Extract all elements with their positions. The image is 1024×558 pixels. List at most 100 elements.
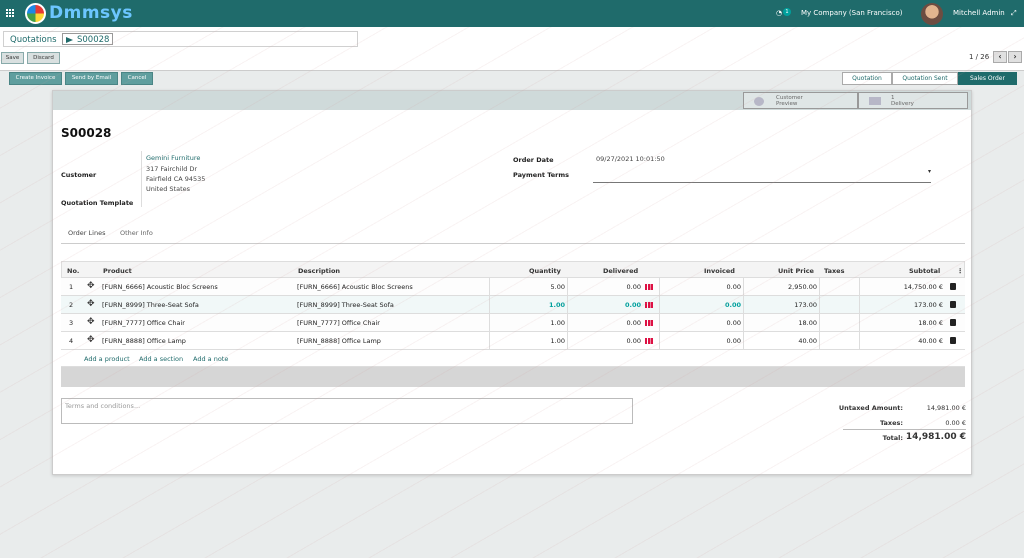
taxes-value: 0.00 € [945, 419, 966, 427]
pager-next-button[interactable]: › [1008, 51, 1022, 63]
column-divider [819, 296, 820, 314]
column-divider [489, 332, 490, 350]
row-description[interactable]: [FURN_8888] Office Lamp [297, 337, 381, 345]
tab-order-lines[interactable]: Order Lines [68, 229, 105, 237]
column-divider [819, 278, 820, 296]
row-description[interactable]: [FURN_6666] Acoustic Bloc Screens [297, 283, 413, 291]
stage-quotation[interactable]: Quotation [842, 72, 892, 85]
top-navbar: Dmmsys ◔ 1 My Company (San Francisco) Mi… [0, 0, 1024, 27]
column-divider [819, 314, 820, 332]
untaxed-amount-value: 14,981.00 € [926, 404, 966, 412]
col-quantity[interactable]: Quantity [529, 267, 561, 275]
column-divider [859, 332, 860, 350]
customer-address-line1: 317 Fairchild Dr [146, 165, 198, 173]
column-divider [743, 314, 744, 332]
row-product[interactable]: [FURN_8999] Three-Seat Sofa [102, 301, 199, 309]
customer-address-line2: Fairfield CA 94535 [146, 175, 206, 183]
tab-other-info[interactable]: Other Info [120, 229, 153, 237]
row-delivered[interactable]: 0.00 [581, 301, 641, 309]
row-quantity[interactable]: 5.00 [501, 283, 565, 291]
add-section-link[interactable]: Add a section [139, 355, 183, 363]
column-divider [659, 278, 660, 296]
expand-icon[interactable]: ⤢ [1011, 0, 1017, 27]
apps-menu-icon[interactable] [6, 9, 15, 18]
column-divider [567, 296, 568, 314]
table-row[interactable]: 2 ✥ [FURN_8999] Three-Seat Sofa [FURN_8999]… [61, 296, 965, 314]
col-no[interactable]: No. [67, 267, 79, 275]
row-product[interactable]: [FURN_6666] Acoustic Bloc Screens [102, 283, 218, 291]
control-panel: Quotations S00028 Save Discard 1 / 26 ‹ … [0, 27, 1024, 71]
row-unit-price[interactable]: 18.00 [757, 319, 817, 327]
add-note-link[interactable]: Add a note [193, 355, 228, 363]
drag-handle-icon[interactable]: ✥ [87, 336, 95, 345]
terms-and-conditions-field[interactable]: Terms and conditions... [61, 398, 633, 424]
row-invoiced: 0.00 [726, 319, 741, 327]
send-by-email-button[interactable]: Send by Email [65, 72, 118, 85]
row-delivered[interactable]: 0.00 [581, 337, 641, 345]
col-taxes[interactable]: Taxes [824, 267, 844, 275]
stage-quotation-sent[interactable]: Quotation Sent [892, 72, 958, 85]
totals-divider [843, 429, 966, 430]
row-description[interactable]: [FURN_7777] Office Chair [297, 319, 380, 327]
table-row[interactable]: 4 ✥ [FURN_8888] Office Lamp [FURN_8888] Off… [61, 332, 965, 350]
row-description[interactable]: [FURN_8999] Three-Seat Sofa [297, 301, 394, 309]
order-date-value[interactable]: 09/27/2021 10:01:50 [596, 155, 665, 163]
drag-handle-icon[interactable]: ✥ [87, 282, 95, 291]
row-quantity[interactable]: 1.00 [501, 337, 565, 345]
trash-icon[interactable] [950, 337, 956, 344]
col-product[interactable]: Product [103, 267, 132, 275]
trash-icon[interactable] [950, 283, 956, 290]
row-unit-price[interactable]: 173.00 [757, 301, 817, 309]
drag-handle-icon[interactable]: ✥ [87, 318, 95, 327]
chat-icon[interactable]: ◔ [776, 0, 782, 27]
column-divider [859, 278, 860, 296]
row-delivered[interactable]: 0.00 [581, 283, 641, 291]
row-invoiced: 0.00 [726, 337, 741, 345]
customer-name-link[interactable]: Gemini Furniture [146, 154, 200, 162]
company-switcher[interactable]: My Company (San Francisco) [801, 0, 902, 27]
cancel-button[interactable]: Cancel [121, 72, 153, 85]
forecast-chart-icon[interactable] [645, 320, 653, 326]
delivery-label: 1 Delivery [891, 95, 914, 107]
trash-icon[interactable] [950, 301, 956, 308]
drag-handle-icon[interactable]: ✥ [87, 300, 95, 309]
col-subtotal[interactable]: Subtotal [909, 267, 940, 275]
forecast-chart-icon[interactable] [645, 284, 653, 290]
col-invoiced[interactable]: Invoiced [704, 267, 735, 275]
form-sheet: Customer Preview 1 Delivery S00028 Custome… [52, 90, 972, 475]
col-description[interactable]: Description [298, 267, 340, 275]
customer-preview-button[interactable]: Customer Preview [743, 92, 858, 109]
row-unit-price[interactable]: 2,950.00 [757, 283, 817, 291]
user-avatar[interactable] [921, 3, 943, 25]
row-product[interactable]: [FURN_8888] Office Lamp [102, 337, 186, 345]
column-options-icon[interactable]: ⋮ [957, 267, 964, 275]
discard-button[interactable]: Discard [27, 52, 60, 64]
create-invoice-button[interactable]: Create Invoice [9, 72, 62, 85]
forecast-chart-icon[interactable] [645, 302, 653, 308]
col-delivered[interactable]: Delivered [603, 267, 638, 275]
stage-sales-order[interactable]: Sales Order [958, 72, 1017, 85]
row-delivered[interactable]: 0.00 [581, 319, 641, 327]
save-button[interactable]: Save [1, 52, 24, 64]
table-row[interactable]: 3 ✥ [FURN_7777] Office Chair [FURN_7777] Of… [61, 314, 965, 332]
row-unit-price[interactable]: 40.00 [757, 337, 817, 345]
delivery-button[interactable]: 1 Delivery [858, 92, 968, 109]
row-quantity[interactable]: 1.00 [501, 301, 565, 309]
pager-value[interactable]: 1 / 26 [969, 53, 989, 61]
row-product[interactable]: [FURN_7777] Office Chair [102, 319, 185, 327]
row-quantity[interactable]: 1.00 [501, 319, 565, 327]
add-product-link[interactable]: Add a product [84, 355, 130, 363]
col-unit-price[interactable]: Unit Price [778, 267, 814, 275]
breadcrumb-quotations-link[interactable]: Quotations [10, 35, 57, 45]
column-divider [659, 332, 660, 350]
table-row[interactable]: 1 ✥ [FURN_6666] Acoustic Bloc Screens [FURN… [61, 278, 965, 296]
pager-previous-button[interactable]: ‹ [993, 51, 1007, 63]
row-invoiced: 0.00 [724, 301, 741, 309]
table-footer [61, 367, 965, 387]
trash-icon[interactable] [950, 319, 956, 326]
logo-ball-icon [25, 3, 46, 24]
user-menu[interactable]: Mitchell Admin [953, 0, 1005, 27]
forecast-chart-icon[interactable] [645, 338, 653, 344]
column-divider [567, 332, 568, 350]
payment-terms-select[interactable]: ▾ [593, 165, 931, 183]
